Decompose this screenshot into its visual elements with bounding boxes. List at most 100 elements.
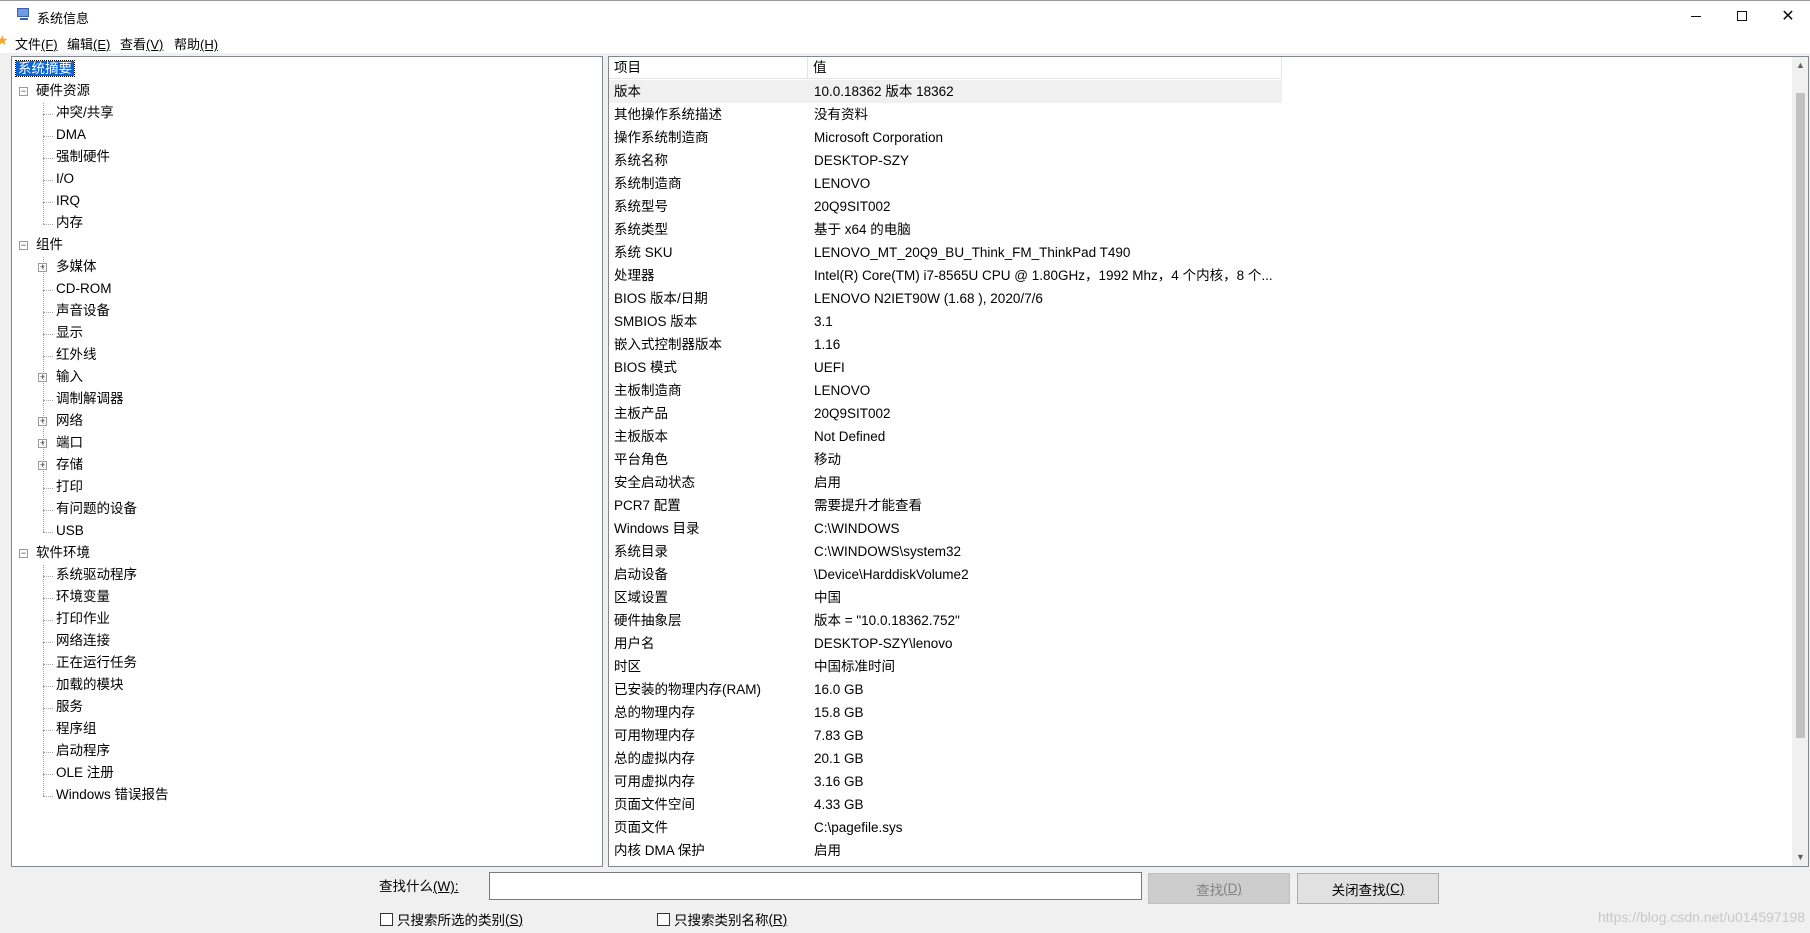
- tree-item-components-4[interactable]: 红外线: [56, 345, 97, 365]
- tree-item-root[interactable]: 系统摘要: [15, 59, 75, 79]
- tree-item-components-11[interactable]: 有问题的设备: [56, 499, 137, 519]
- menu-help[interactable]: 帮助(H): [172, 34, 220, 53]
- collapse-icon[interactable]: −: [19, 87, 28, 96]
- tree-item-software-8[interactable]: 启动程序: [56, 741, 110, 761]
- list-row[interactable]: 硬件抽象层 版本 = "10.0.18362.752": [609, 609, 1792, 632]
- search-selected-category-checkbox[interactable]: 只搜索所选的类别 (S): [380, 909, 523, 929]
- tree-item-software-9[interactable]: OLE 注册: [56, 763, 114, 783]
- tree-item-components-10[interactable]: 打印: [56, 477, 83, 497]
- tree-item-components-6[interactable]: 调制解调器: [56, 389, 124, 409]
- list-row[interactable]: 页面文件空间 4.33 GB: [609, 793, 1792, 816]
- scroll-thumb[interactable]: [1796, 93, 1805, 738]
- list-row[interactable]: BIOS 版本/日期 LENOVO N2IET90W (1.68 ), 2020/…: [609, 287, 1792, 310]
- list-row[interactable]: 系统型号 20Q9SIT002: [609, 195, 1792, 218]
- list-row[interactable]: 系统 SKU LENOVO_MT_20Q9_BU_Think_FM_ThinkPa…: [609, 241, 1792, 264]
- tree-item-software-6[interactable]: 服务: [56, 697, 83, 717]
- list-row[interactable]: 内核 DMA 保护 启用: [609, 839, 1792, 862]
- maximize-button[interactable]: [1719, 1, 1765, 31]
- close-find-button[interactable]: 关闭查找 (C): [1297, 873, 1439, 904]
- tree-item-components-2[interactable]: 声音设备: [56, 301, 110, 321]
- tree-item-components-1[interactable]: CD-ROM: [56, 279, 112, 299]
- menu-view[interactable]: 查看(V): [118, 34, 165, 53]
- menu-edit[interactable]: 编辑(E): [65, 34, 112, 53]
- vertical-scrollbar[interactable]: ▲ ▼: [1792, 57, 1808, 866]
- tree-group-software[interactable]: 软件环境: [36, 543, 90, 563]
- list-row[interactable]: 嵌入式控制器版本 1.16: [609, 333, 1792, 356]
- list-row[interactable]: 版本 10.0.18362 版本 18362: [609, 80, 1282, 103]
- tree-group-hardware[interactable]: 硬件资源: [36, 81, 90, 101]
- tree-label: 网络连接: [56, 633, 110, 648]
- menu-file[interactable]: 文件(F): [13, 34, 60, 53]
- search-category-names-checkbox[interactable]: 只搜索类别名称 (R): [657, 909, 787, 929]
- list-row[interactable]: PCR7 配置 需要提升才能查看: [609, 494, 1792, 517]
- tree-item-hardware-3[interactable]: I/O: [56, 169, 74, 189]
- tree-item-hardware-5[interactable]: 内存: [56, 213, 83, 233]
- tree-item-components-3[interactable]: 显示: [56, 323, 83, 343]
- tree-item-components-5[interactable]: 输入: [56, 367, 83, 387]
- list-row[interactable]: 系统制造商 LENOVO: [609, 172, 1792, 195]
- list-row[interactable]: 区域设置 中国: [609, 586, 1792, 609]
- list-row[interactable]: 可用物理内存 7.83 GB: [609, 724, 1792, 747]
- tree-item-components-0[interactable]: 多媒体: [56, 257, 97, 277]
- list-row[interactable]: 用户名 DESKTOP-SZY\lenovo: [609, 632, 1792, 655]
- list-row[interactable]: 处理器 Intel(R) Core(TM) i7-8565U CPU @ 1.80…: [609, 264, 1792, 287]
- tree-item-components-7[interactable]: 网络: [56, 411, 83, 431]
- list-row[interactable]: 系统目录 C:\WINDOWS\system32: [609, 540, 1792, 563]
- tree-item-software-0[interactable]: 系统驱动程序: [56, 565, 137, 585]
- close-button[interactable]: ✕: [1765, 1, 1810, 31]
- tree-item-components-9[interactable]: 存储: [56, 455, 83, 475]
- tree-item-components-8[interactable]: 端口: [56, 433, 83, 453]
- list-header: 项目 值: [609, 57, 1792, 79]
- column-header-item[interactable]: 项目: [609, 57, 808, 79]
- list-row[interactable]: 其他操作系统描述 没有资料: [609, 103, 1792, 126]
- find-input[interactable]: [489, 872, 1142, 900]
- list-row[interactable]: 总的物理内存 15.8 GB: [609, 701, 1792, 724]
- list-row[interactable]: 主板产品 20Q9SIT002: [609, 402, 1792, 425]
- list-row[interactable]: 主板制造商 LENOVO: [609, 379, 1792, 402]
- tree-item-software-10[interactable]: Windows 错误报告: [56, 785, 169, 805]
- column-header-value[interactable]: 值: [808, 57, 1282, 79]
- tree-item-software-5[interactable]: 加载的模块: [56, 675, 124, 695]
- tree-item-software-4[interactable]: 正在运行任务: [56, 653, 137, 673]
- list-row[interactable]: BIOS 模式 UEFI: [609, 356, 1792, 379]
- tree-item-hardware-4[interactable]: IRQ: [56, 191, 80, 211]
- list-row[interactable]: 启动设备 \Device\HarddiskVolume2: [609, 563, 1792, 586]
- list-row[interactable]: 安全启动状态 启用: [609, 471, 1792, 494]
- tree-connector: [43, 136, 53, 137]
- list-row[interactable]: 总的虚拟内存 20.1 GB: [609, 747, 1792, 770]
- list-row[interactable]: 页面文件 C:\pagefile.sys: [609, 816, 1792, 839]
- category-tree[interactable]: 系统摘要 − 硬件资源 冲突/共享 DMA 强制硬件 I/O IRQ 内存 − 组件 + 多媒体 CD-R…: [11, 56, 603, 867]
- tree-item-hardware-1[interactable]: DMA: [56, 125, 86, 145]
- row-value: C:\WINDOWS: [814, 521, 900, 536]
- minimize-button[interactable]: [1673, 1, 1719, 31]
- list-row[interactable]: SMBIOS 版本 3.1: [609, 310, 1792, 333]
- checkbox-box[interactable]: [380, 912, 393, 926]
- tree-item-hardware-0[interactable]: 冲突/共享: [56, 103, 114, 123]
- collapse-icon[interactable]: −: [19, 549, 28, 558]
- list-row[interactable]: 平台角色 移动: [609, 448, 1792, 471]
- list-row[interactable]: 可用虚拟内存 3.16 GB: [609, 770, 1792, 793]
- tree-item-software-1[interactable]: 环境变量: [56, 587, 110, 607]
- tree-label: 多媒体: [56, 259, 97, 274]
- list-row[interactable]: Windows 目录 C:\WINDOWS: [609, 517, 1792, 540]
- tree-item-software-7[interactable]: 程序组: [56, 719, 97, 739]
- tree-item-hardware-2[interactable]: 强制硬件: [56, 147, 110, 167]
- list-row[interactable]: 系统类型 基于 x64 的电脑: [609, 218, 1792, 241]
- collapse-icon[interactable]: −: [19, 241, 28, 250]
- list-row[interactable]: 时区 中国标准时间: [609, 655, 1792, 678]
- tree-label: 输入: [56, 369, 83, 384]
- find-button[interactable]: 查找 (D): [1148, 873, 1290, 904]
- tree-item-components-12[interactable]: USB: [56, 521, 84, 541]
- list-row[interactable]: 主板版本 Not Defined: [609, 425, 1792, 448]
- scroll-down-icon[interactable]: ▼: [1792, 849, 1808, 866]
- checkbox-box[interactable]: [657, 912, 670, 926]
- list-row[interactable]: 系统名称 DESKTOP-SZY: [609, 149, 1792, 172]
- scroll-up-icon[interactable]: ▲: [1792, 57, 1808, 74]
- list-row[interactable]: 已安装的物理内存(RAM) 16.0 GB: [609, 678, 1792, 701]
- list-row[interactable]: 操作系统制造商 Microsoft Corporation: [609, 126, 1792, 149]
- tree-item-software-2[interactable]: 打印作业: [56, 609, 110, 629]
- tree-connector: [43, 708, 53, 709]
- row-item: 系统型号: [614, 199, 668, 214]
- tree-group-components[interactable]: 组件: [36, 235, 63, 255]
- tree-item-software-3[interactable]: 网络连接: [56, 631, 110, 651]
